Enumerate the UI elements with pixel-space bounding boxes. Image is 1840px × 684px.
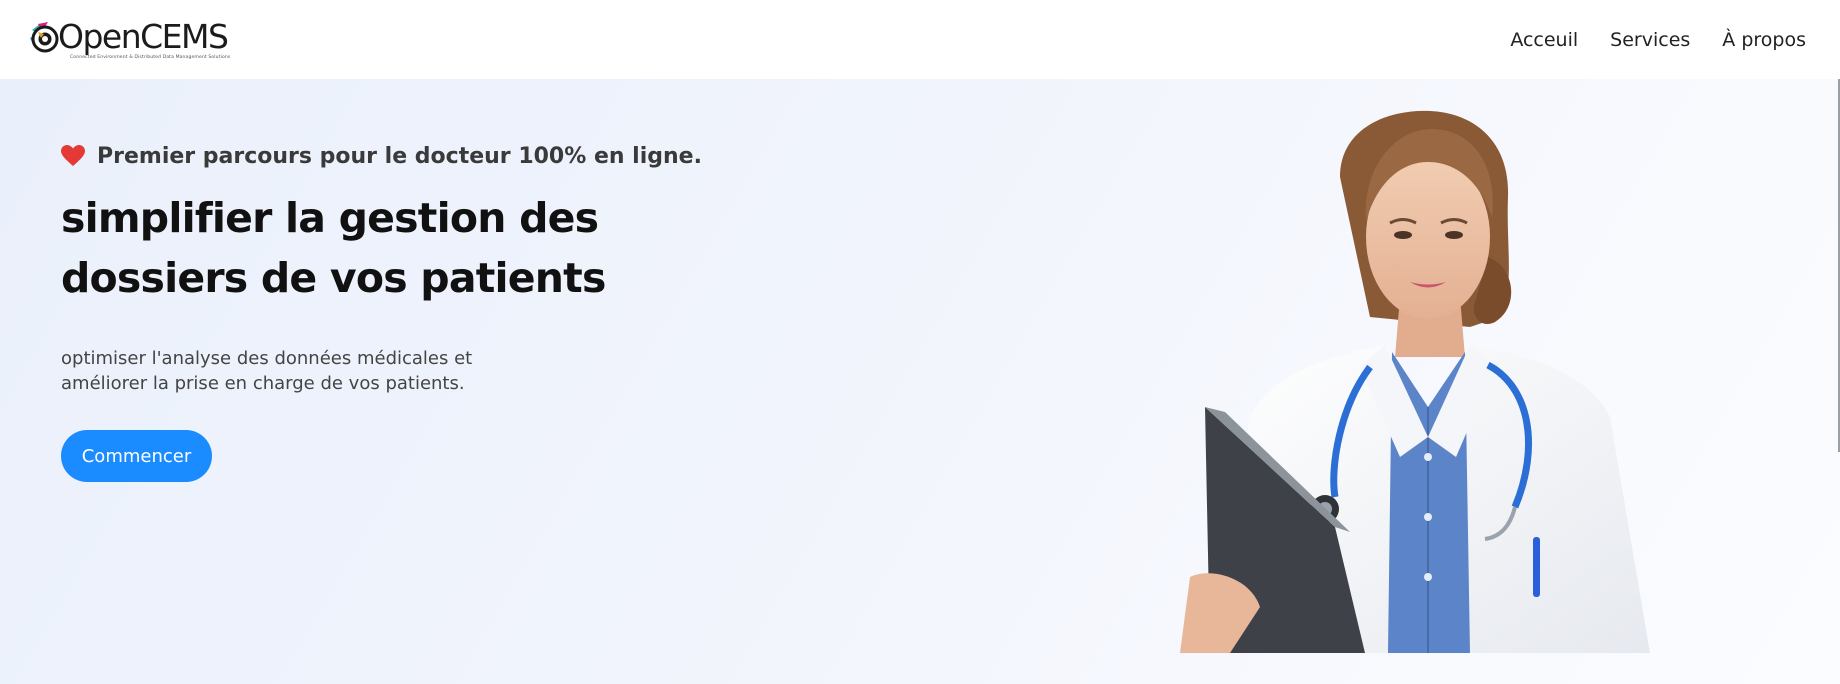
logo-row: OpenCEMS <box>28 18 229 55</box>
hero-headline: simplifier la gestion des dossiers de vo… <box>61 188 621 308</box>
nav-link-services[interactable]: Services <box>1610 29 1690 51</box>
hero-content: Premier parcours pour le docteur 100% en… <box>61 140 761 482</box>
hero-subtext-line1: optimiser l'analyse des données médicale… <box>61 348 473 369</box>
heart-icon <box>61 145 85 167</box>
hero-subtext: optimiser l'analyse des données médicale… <box>61 346 521 396</box>
commencer-button[interactable]: Commencer <box>61 430 212 482</box>
logo-mark-icon <box>28 20 60 54</box>
hero-headline-line2: dossiers de vos patients <box>61 254 606 302</box>
main-nav: Acceuil Services À propos <box>1510 29 1806 51</box>
hero-tagline-text: Premier parcours pour le docteur 100% en… <box>97 143 702 169</box>
doctor-illustration <box>1170 107 1740 653</box>
hero-tagline: Premier parcours pour le docteur 100% en… <box>61 140 761 172</box>
top-navbar: OpenCEMS Connected Environment & Distrib… <box>0 0 1840 79</box>
nav-link-acceuil[interactable]: Acceuil <box>1510 29 1578 51</box>
brand-tagline: Connected Environment & Distributed Data… <box>70 54 231 60</box>
hero-headline-line1: simplifier la gestion des <box>61 194 599 242</box>
hero-subtext-line2: améliorer la prise en charge de vos pati… <box>61 373 465 394</box>
brand-name: OpenCEMS <box>58 16 229 56</box>
nav-link-a-propos[interactable]: À propos <box>1722 29 1806 51</box>
brand-logo[interactable]: OpenCEMS Connected Environment & Distrib… <box>28 18 231 61</box>
